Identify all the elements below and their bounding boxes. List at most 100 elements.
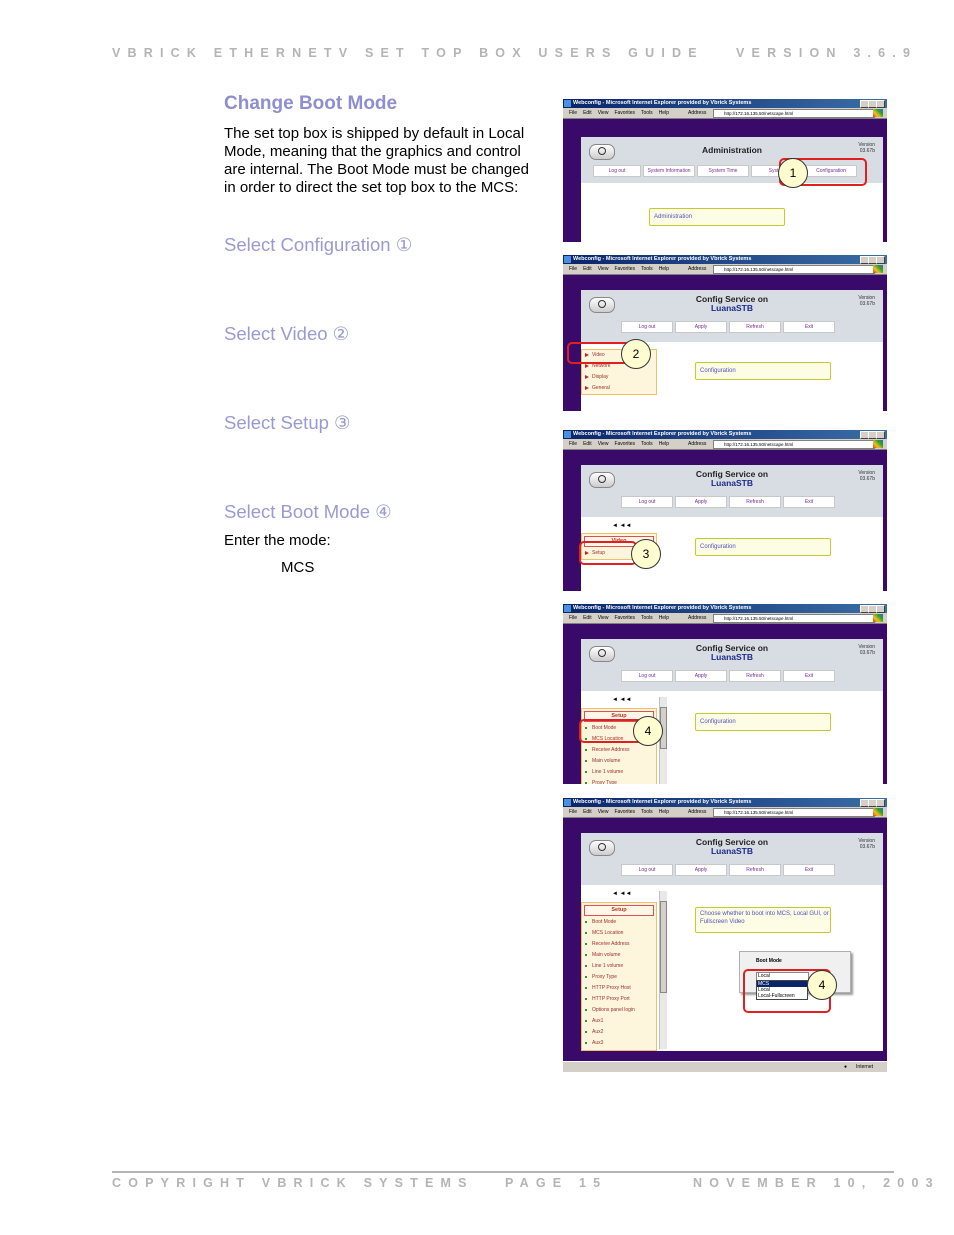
logout-button[interactable]: Log out [621, 496, 673, 508]
menu-tools[interactable]: Tools [641, 809, 653, 815]
menu-favorites[interactable]: Favorites [614, 441, 635, 447]
menu-view[interactable]: View [598, 266, 609, 272]
nav-back-arrows-icon[interactable]: ◄ ◄◄ [612, 891, 631, 897]
nav-main-volume[interactable]: Main volume [582, 950, 656, 961]
callout-4: 4 [633, 716, 663, 746]
nav-http-proxy-port[interactable]: HTTP Proxy Port [582, 994, 656, 1005]
version-info: Version 03.67b [858, 838, 875, 850]
menu-file[interactable]: File [569, 110, 577, 116]
window-title: Webconfig - Microsoft Internet Explorer … [573, 799, 752, 805]
nav-proxy-type[interactable]: Proxy Type [582, 972, 656, 983]
menu-file[interactable]: File [569, 441, 577, 447]
menu-help[interactable]: Help [659, 441, 669, 447]
close-icon[interactable] [876, 799, 885, 807]
highlight-setup [579, 541, 637, 565]
nav-boot-mode[interactable]: Boot Mode [582, 917, 656, 928]
address-bar[interactable]: http://172.16.135.50/netscape.html [713, 440, 875, 449]
config-title: Config Service on LuanaSTB [581, 838, 883, 856]
exit-button[interactable]: Exit [783, 321, 835, 333]
menu-favorites[interactable]: Favorites [614, 615, 635, 621]
system-information-button[interactable]: System Information [643, 165, 695, 177]
nav-options-panel-login[interactable]: Options panel login [582, 1005, 656, 1016]
nav-main-volume[interactable]: Main volume [582, 756, 656, 767]
logout-button[interactable]: Log out [621, 670, 673, 682]
menu-help[interactable]: Help [659, 809, 669, 815]
menu-favorites[interactable]: Favorites [614, 266, 635, 272]
menu-favorites[interactable]: Favorites [614, 809, 635, 815]
webconfig-panel: Config Service on LuanaSTB Version 03.67b … [581, 639, 883, 784]
nav-line1-volume[interactable]: Line 1 volume [582, 767, 656, 778]
version-info: Version 03.67b [858, 142, 875, 154]
menu-edit[interactable]: Edit [583, 809, 592, 815]
menu-edit[interactable]: Edit [583, 266, 592, 272]
refresh-button[interactable]: Refresh [729, 864, 781, 876]
nav-display[interactable]: Display [582, 372, 656, 383]
menu-edit[interactable]: Edit [583, 110, 592, 116]
version-info: Version 03.67b [858, 470, 875, 482]
menu-help[interactable]: Help [659, 266, 669, 272]
nav-http-proxy-host[interactable]: HTTP Proxy Host [582, 983, 656, 994]
close-icon[interactable] [876, 256, 885, 264]
nav-mcs-location[interactable]: MCS Location [582, 928, 656, 939]
refresh-button[interactable]: Refresh [729, 321, 781, 333]
nav-back-arrows-icon[interactable]: ◄ ◄◄ [612, 697, 631, 703]
screenshot-select-video: Webconfig - Microsoft Internet Explorer … [563, 255, 887, 411]
apply-button[interactable]: Apply [675, 321, 727, 333]
scrollbar-thumb[interactable] [660, 901, 667, 993]
refresh-button[interactable]: Refresh [729, 496, 781, 508]
callout-4b: 4 [807, 970, 837, 1000]
menu-file[interactable]: File [569, 615, 577, 621]
address-bar[interactable]: http://172.16.135.50/netscape.html [713, 808, 875, 817]
menu-view[interactable]: View [598, 441, 609, 447]
apply-button[interactable]: Apply [675, 864, 727, 876]
nav-scrollbar[interactable] [659, 697, 667, 784]
nav-aux1[interactable]: Aux1 [582, 1016, 656, 1027]
nav-general[interactable]: General [582, 383, 656, 394]
menu-file[interactable]: File [569, 809, 577, 815]
address-bar[interactable]: http://172.16.135.50/netscape.html [713, 265, 875, 274]
menu-tools[interactable]: Tools [641, 110, 653, 116]
exit-button[interactable]: Exit [783, 670, 835, 682]
menu-file[interactable]: File [569, 266, 577, 272]
apply-button[interactable]: Apply [675, 496, 727, 508]
menu-view[interactable]: View [598, 615, 609, 621]
exit-button[interactable]: Exit [783, 864, 835, 876]
nav-line1-volume[interactable]: Line 1 volume [582, 961, 656, 972]
nav-receive-address[interactable]: Receive Address [582, 745, 656, 756]
refresh-button[interactable]: Refresh [729, 670, 781, 682]
logout-button[interactable]: Log out [621, 321, 673, 333]
system-time-button[interactable]: System Time [697, 165, 749, 177]
running-header-version: VERSION 3.6.9 [736, 46, 918, 60]
menu-help[interactable]: Help [659, 615, 669, 621]
nav-proxy-type[interactable]: Proxy Type [582, 778, 656, 784]
nav-aux3[interactable]: Aux3 [582, 1038, 656, 1049]
menu-favorites[interactable]: Favorites [614, 110, 635, 116]
config-info-box: Configuration [695, 362, 831, 380]
menu-view[interactable]: View [598, 110, 609, 116]
nav-setup-header[interactable]: Setup [584, 905, 654, 916]
menu-tools[interactable]: Tools [641, 441, 653, 447]
close-icon[interactable] [876, 100, 885, 108]
close-icon[interactable] [876, 605, 885, 613]
nav-back-arrows-icon[interactable]: ◄ ◄◄ [612, 523, 631, 529]
menu-help[interactable]: Help [659, 110, 669, 116]
panel-header: Config Service on LuanaSTB Version 03.67b … [581, 833, 883, 885]
logout-button[interactable]: Log out [621, 864, 673, 876]
logout-button[interactable]: Log out [593, 165, 641, 177]
menu-tools[interactable]: Tools [641, 266, 653, 272]
address-label: Address [688, 441, 707, 447]
address-bar[interactable]: http://172.16.135.50/netscape.html [713, 109, 875, 118]
nav-receive-address[interactable]: Receive Address [582, 939, 656, 950]
address-bar[interactable]: http://172.16.135.50/netscape.html [713, 614, 875, 623]
menu-tools[interactable]: Tools [641, 615, 653, 621]
close-icon[interactable] [876, 431, 885, 439]
nav-aux2[interactable]: Aux2 [582, 1027, 656, 1038]
exit-button[interactable]: Exit [783, 496, 835, 508]
step-select-setup: Select Setup ③ [224, 412, 351, 433]
menu-edit[interactable]: Edit [583, 441, 592, 447]
menu-edit[interactable]: Edit [583, 615, 592, 621]
boot-help-box: Choose whether to boot into MCS, Local G… [695, 907, 831, 933]
nav-scrollbar[interactable] [659, 891, 667, 1049]
menu-view[interactable]: View [598, 809, 609, 815]
apply-button[interactable]: Apply [675, 670, 727, 682]
